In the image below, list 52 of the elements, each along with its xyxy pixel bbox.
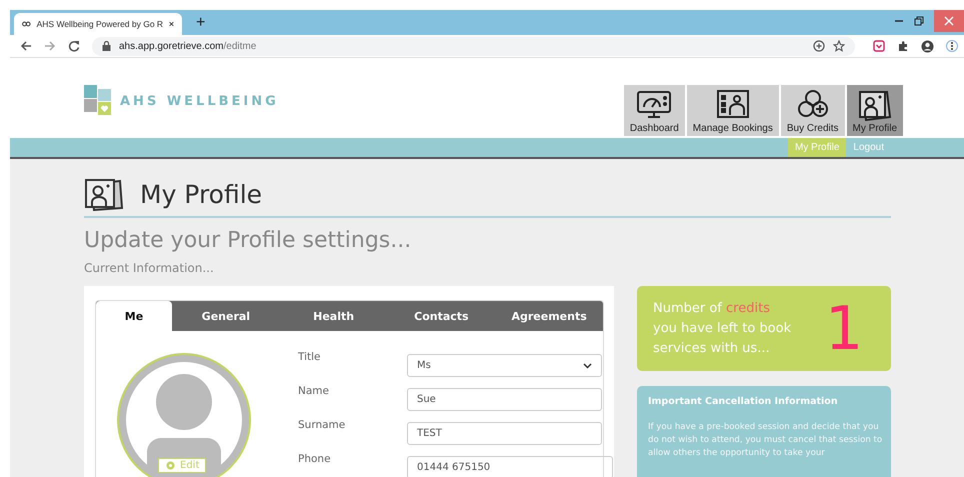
title-dropdown[interactable]: Ms [407, 354, 602, 377]
nav-tile[interactable]: Buy Credits [780, 85, 845, 136]
input-field[interactable]: 01444 675150 [407, 456, 613, 477]
browser-tab[interactable]: AHS Wellbeing Powered by Go R [14, 13, 182, 35]
chevron-down-icon [583, 362, 592, 368]
close-icon [944, 16, 954, 26]
restore-icon[interactable] [914, 16, 924, 26]
profile-tab[interactable]: Health [280, 301, 388, 331]
address-field[interactable]: ahs.app.goretrieve.com/editme [92, 36, 855, 56]
field-label: Title [298, 351, 322, 363]
close-icon[interactable] [169, 20, 174, 28]
star-icon[interactable] [833, 40, 845, 52]
page-title: My Profile [140, 180, 262, 208]
field-label: Phone [298, 453, 332, 465]
nav-label: Manage Bookings [692, 123, 773, 134]
input-field[interactable]: TEST [407, 422, 602, 445]
bookings-icon [714, 89, 751, 121]
reload-icon[interactable] [68, 40, 80, 52]
nav-tile[interactable]: My Profile [846, 85, 903, 136]
profile-tab[interactable]: Agreements [495, 301, 603, 331]
logo-icon [84, 85, 112, 115]
zoom-icon[interactable] [813, 40, 825, 52]
nav-tile[interactable]: Dashboard [624, 85, 685, 136]
nav-tile[interactable]: Manage Bookings [686, 85, 779, 136]
profile-icon [84, 177, 124, 211]
profile-tab[interactable]: General [172, 301, 280, 331]
section-caption: Current Information... [84, 261, 215, 275]
link-icon [22, 20, 31, 28]
tab-title: AHS Wellbeing Powered by Go R [36, 19, 164, 29]
nav-label: Dashboard [630, 123, 679, 134]
credits-count: 1 [825, 298, 864, 358]
profile-tab[interactable]: Contacts [388, 301, 496, 331]
menu-icon[interactable] [946, 38, 958, 54]
page-subtitle: Update your Profile settings... [84, 228, 412, 253]
field-label: Surname [298, 419, 346, 431]
field-label: Name [298, 385, 330, 397]
account-icon[interactable] [921, 40, 934, 52]
logo-text: AHS WELLBEING [120, 94, 279, 108]
profile-tab[interactable]: Me [96, 301, 172, 331]
new-tab-button[interactable]: + [196, 14, 206, 32]
info-text: If you have a pre-booked session and decide that you do not wish to attend, you must cancel that session to allow others the opportunity to take your [648, 421, 883, 460]
close-button[interactable] [934, 10, 964, 32]
credits-text: Number of credits you have left to book services with us... [653, 300, 792, 358]
lock-icon [102, 41, 111, 51]
nav-label: My Profile [852, 123, 897, 134]
dashboard-icon [636, 89, 672, 121]
input-field[interactable]: Sue [407, 388, 602, 411]
info-title: Important Cancellation Information [648, 396, 839, 407]
profile-icon [856, 89, 893, 121]
nav-label: Buy Credits [786, 123, 839, 134]
back-arrow-icon[interactable] [20, 40, 32, 52]
puzzle-icon[interactable] [897, 40, 909, 52]
